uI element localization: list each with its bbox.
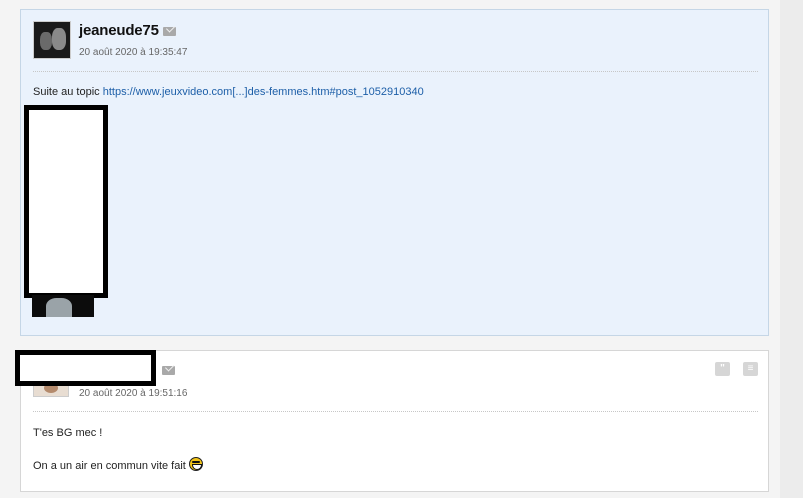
forum-page: jeaneude75 20 août 2020 à 19:35:47 Suite… (0, 0, 780, 498)
signature-image (32, 295, 94, 317)
report-icon[interactable]: ≡ (743, 362, 758, 376)
quote-icon[interactable]: " (715, 362, 730, 376)
envelope-icon[interactable] (163, 27, 176, 36)
topic-link[interactable]: https://www.jeuxvideo.com[...]des-femmes… (103, 86, 424, 98)
post-divider (33, 411, 758, 412)
redacted-username (15, 350, 156, 386)
avatar[interactable] (33, 21, 71, 59)
post-line-with-smiley: On a un air en commun vite fait (33, 457, 203, 472)
author-name[interactable]: jeaneude75 (79, 22, 159, 39)
post-divider (33, 71, 758, 72)
post-line: On a un air en commun vite fait (33, 460, 186, 472)
scroll-gutter (780, 0, 803, 498)
laughing-smiley-icon (188, 457, 203, 471)
forum-post: jeaneude75 20 août 2020 à 19:35:47 Suite… (20, 9, 769, 336)
envelope-icon[interactable] (162, 366, 175, 375)
post-text: Suite au topic (33, 86, 103, 98)
post-line: T'es BG mec ! (33, 427, 103, 439)
post-body: Suite au topic https://www.jeuxvideo.com… (33, 86, 424, 98)
redacted-image (24, 105, 108, 298)
post-date[interactable]: 20 août 2020 à 19:35:47 (79, 47, 187, 58)
post-date[interactable]: 20 août 2020 à 19:51:16 (79, 388, 187, 399)
